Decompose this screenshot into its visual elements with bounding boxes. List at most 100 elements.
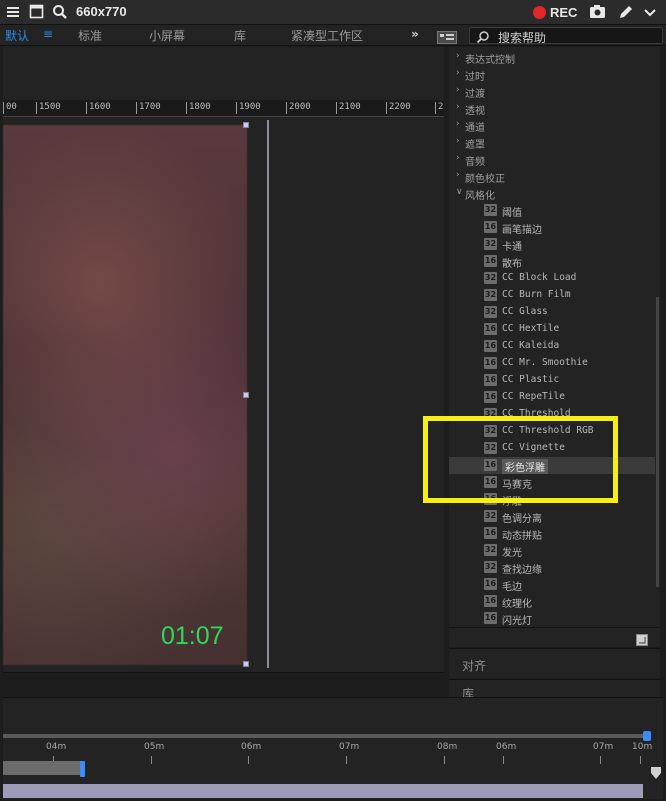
effects-list[interactable]: › 表达式控制 › 过时 › 过渡 › 透视 › 通道 › 遮罩 › 音频 › 颜色校正 ∨ 风格化 32 阈值 16 画… — [449, 47, 655, 625]
effect-item-label: CC Block Load — [502, 272, 577, 283]
timeline-tick-label: 04m — [46, 742, 67, 752]
effect-item-label: 散布 — [502, 259, 522, 270]
timeline-tick — [151, 756, 152, 764]
timeline-tick-label: 10m — [632, 742, 653, 752]
ruler-tick: 2000 — [286, 102, 311, 114]
chevron-down-icon[interactable]: ∨ — [456, 187, 463, 197]
pencil-icon[interactable] — [618, 4, 634, 24]
transform-handle[interactable] — [243, 122, 249, 128]
bit-depth-badge-icon: 16 — [484, 527, 497, 539]
effect-item[interactable]: 16 散布 — [449, 253, 655, 270]
effect-item[interactable]: 16 动态拼贴 — [449, 525, 655, 542]
guide-line[interactable] — [267, 120, 269, 668]
effect-item-label: CC HexTile — [502, 323, 560, 334]
effect-item[interactable]: 16 CC RepeTile — [449, 389, 655, 406]
effect-category-label: 过渡 — [465, 89, 485, 100]
window-icon[interactable] — [29, 4, 44, 23]
effect-item[interactable]: 32 CC Threshold — [449, 406, 655, 423]
chevron-right-icon[interactable]: › — [456, 102, 460, 112]
effect-item[interactable]: 32 阈值 — [449, 202, 655, 219]
chevron-down-icon[interactable] — [643, 4, 657, 23]
effect-item[interactable]: 32 CC Burn Film — [449, 287, 655, 304]
horizontal-ruler: 00 1500 1600 1700 1800 1900 2000 2100 22… — [3, 100, 444, 117]
timeline-panel[interactable]: 04m 05m 06m 07m 08m 06m 07m 10m — [3, 697, 663, 799]
work-area-bar[interactable] — [3, 761, 83, 775]
effect-category[interactable]: › 音频 — [449, 151, 655, 168]
align-panel-title[interactable]: 对齐 — [462, 657, 486, 674]
effect-item[interactable]: 32 CC Vignette — [449, 440, 655, 457]
effect-item[interactable]: 16 纹理化 — [449, 593, 655, 610]
ruler-tick: 1800 — [186, 102, 211, 114]
chevron-right-icon[interactable]: › — [456, 170, 460, 180]
timeline-layer-track[interactable] — [3, 784, 643, 798]
workspace-more-button[interactable]: » — [411, 27, 419, 41]
effect-item[interactable]: 32 发光 — [449, 542, 655, 559]
effect-item[interactable]: 16 CC Kaleida — [449, 338, 655, 355]
library-panel-title[interactable]: 库 — [462, 685, 474, 697]
search-icon — [476, 29, 490, 48]
timeline-tick-label: 07m — [339, 742, 360, 752]
transform-handle[interactable] — [243, 392, 249, 398]
work-area-end-handle[interactable] — [80, 761, 85, 777]
effects-scrollbar[interactable] — [656, 297, 659, 587]
time-navigator[interactable] — [3, 734, 648, 738]
effect-category[interactable]: › 通道 — [449, 117, 655, 134]
effect-item-label: 浮雕 — [502, 497, 522, 508]
workspace-menu-icon[interactable]: ≡ — [43, 27, 53, 41]
effect-item[interactable]: 32 CC Glass — [449, 304, 655, 321]
effect-category[interactable]: › 过时 — [449, 66, 655, 83]
transform-handle[interactable] — [243, 661, 249, 667]
record-label[interactable]: REC — [550, 5, 577, 20]
zoom-slider-icon[interactable] — [651, 764, 661, 783]
library-panel[interactable]: 库 — [449, 679, 660, 697]
effect-item-label: CC Plastic — [502, 374, 560, 385]
chevron-right-icon[interactable]: › — [456, 51, 460, 61]
effect-item[interactable]: 16 马赛克 — [449, 474, 655, 491]
workspace-library[interactable]: 库 — [234, 27, 246, 44]
chevron-right-icon[interactable]: › — [456, 153, 460, 163]
effect-item[interactable]: 16 CC Mr. Smoothie — [449, 355, 655, 372]
time-navigator-end-handle[interactable] — [643, 731, 651, 741]
chevron-right-icon[interactable]: › — [456, 136, 460, 146]
workspace-standard[interactable]: 标准 — [78, 27, 102, 44]
effect-item[interactable]: 32 CC Threshold RGB — [449, 423, 655, 440]
menu-icon[interactable] — [6, 4, 20, 23]
effect-item[interactable]: 32 卡通 — [449, 236, 655, 253]
workspace-small-screen[interactable]: 小屏幕 — [149, 27, 185, 44]
chevron-right-icon[interactable]: › — [456, 68, 460, 78]
chevron-right-icon[interactable]: › — [456, 85, 460, 95]
workspace-sync-icon[interactable] — [437, 29, 457, 48]
effect-item[interactable]: 16 毛边 — [449, 576, 655, 593]
workspace-compact[interactable]: 紧凑型工作区 — [291, 27, 363, 44]
magnifier-icon[interactable] — [52, 4, 68, 24]
effect-category[interactable]: › 表达式控制 — [449, 49, 655, 66]
effect-item[interactable]: 16 画笔描边 — [449, 219, 655, 236]
help-search-input[interactable]: 搜索帮助 — [469, 27, 663, 45]
effect-item[interactable]: 16 彩色浮雕 — [449, 457, 655, 474]
bit-depth-badge-icon: 32 — [484, 204, 497, 216]
effect-category[interactable]: › 透视 — [449, 100, 655, 117]
effects-panel-footer — [449, 627, 660, 647]
align-panel[interactable]: 对齐 — [449, 648, 660, 678]
workspace-default[interactable]: 默认 — [5, 27, 29, 44]
chevron-right-icon[interactable]: › — [456, 119, 460, 129]
effect-category-label: 透视 — [465, 106, 485, 117]
effect-item[interactable]: 32 查找边缘 — [449, 559, 655, 576]
effect-category[interactable]: › 颜色校正 — [449, 168, 655, 185]
effect-item[interactable]: 16 CC Plastic — [449, 372, 655, 389]
effect-category[interactable]: › 过渡 — [449, 83, 655, 100]
effect-item[interactable]: 32 色调分离 — [449, 508, 655, 525]
effect-category[interactable]: ∨ 风格化 — [449, 185, 655, 202]
camera-icon[interactable] — [589, 4, 606, 23]
composition-viewer[interactable]: 00 1500 1600 1700 1800 1900 2000 2100 22… — [3, 47, 444, 672]
record-icon[interactable] — [533, 6, 546, 19]
bit-depth-badge-icon: 32 — [484, 408, 497, 420]
effect-item-label: 毛边 — [502, 582, 522, 593]
effect-item[interactable]: 16 CC HexTile — [449, 321, 655, 338]
effect-category[interactable]: › 遮罩 — [449, 134, 655, 151]
effect-item[interactable]: 16 浮雕 — [449, 491, 655, 508]
composition-frame[interactable] — [3, 125, 247, 665]
effect-item[interactable]: 32 CC Block Load — [449, 270, 655, 287]
effect-item[interactable]: 16 闪光灯 — [449, 610, 655, 625]
bit-depth-badge-icon: 16 — [484, 255, 497, 267]
